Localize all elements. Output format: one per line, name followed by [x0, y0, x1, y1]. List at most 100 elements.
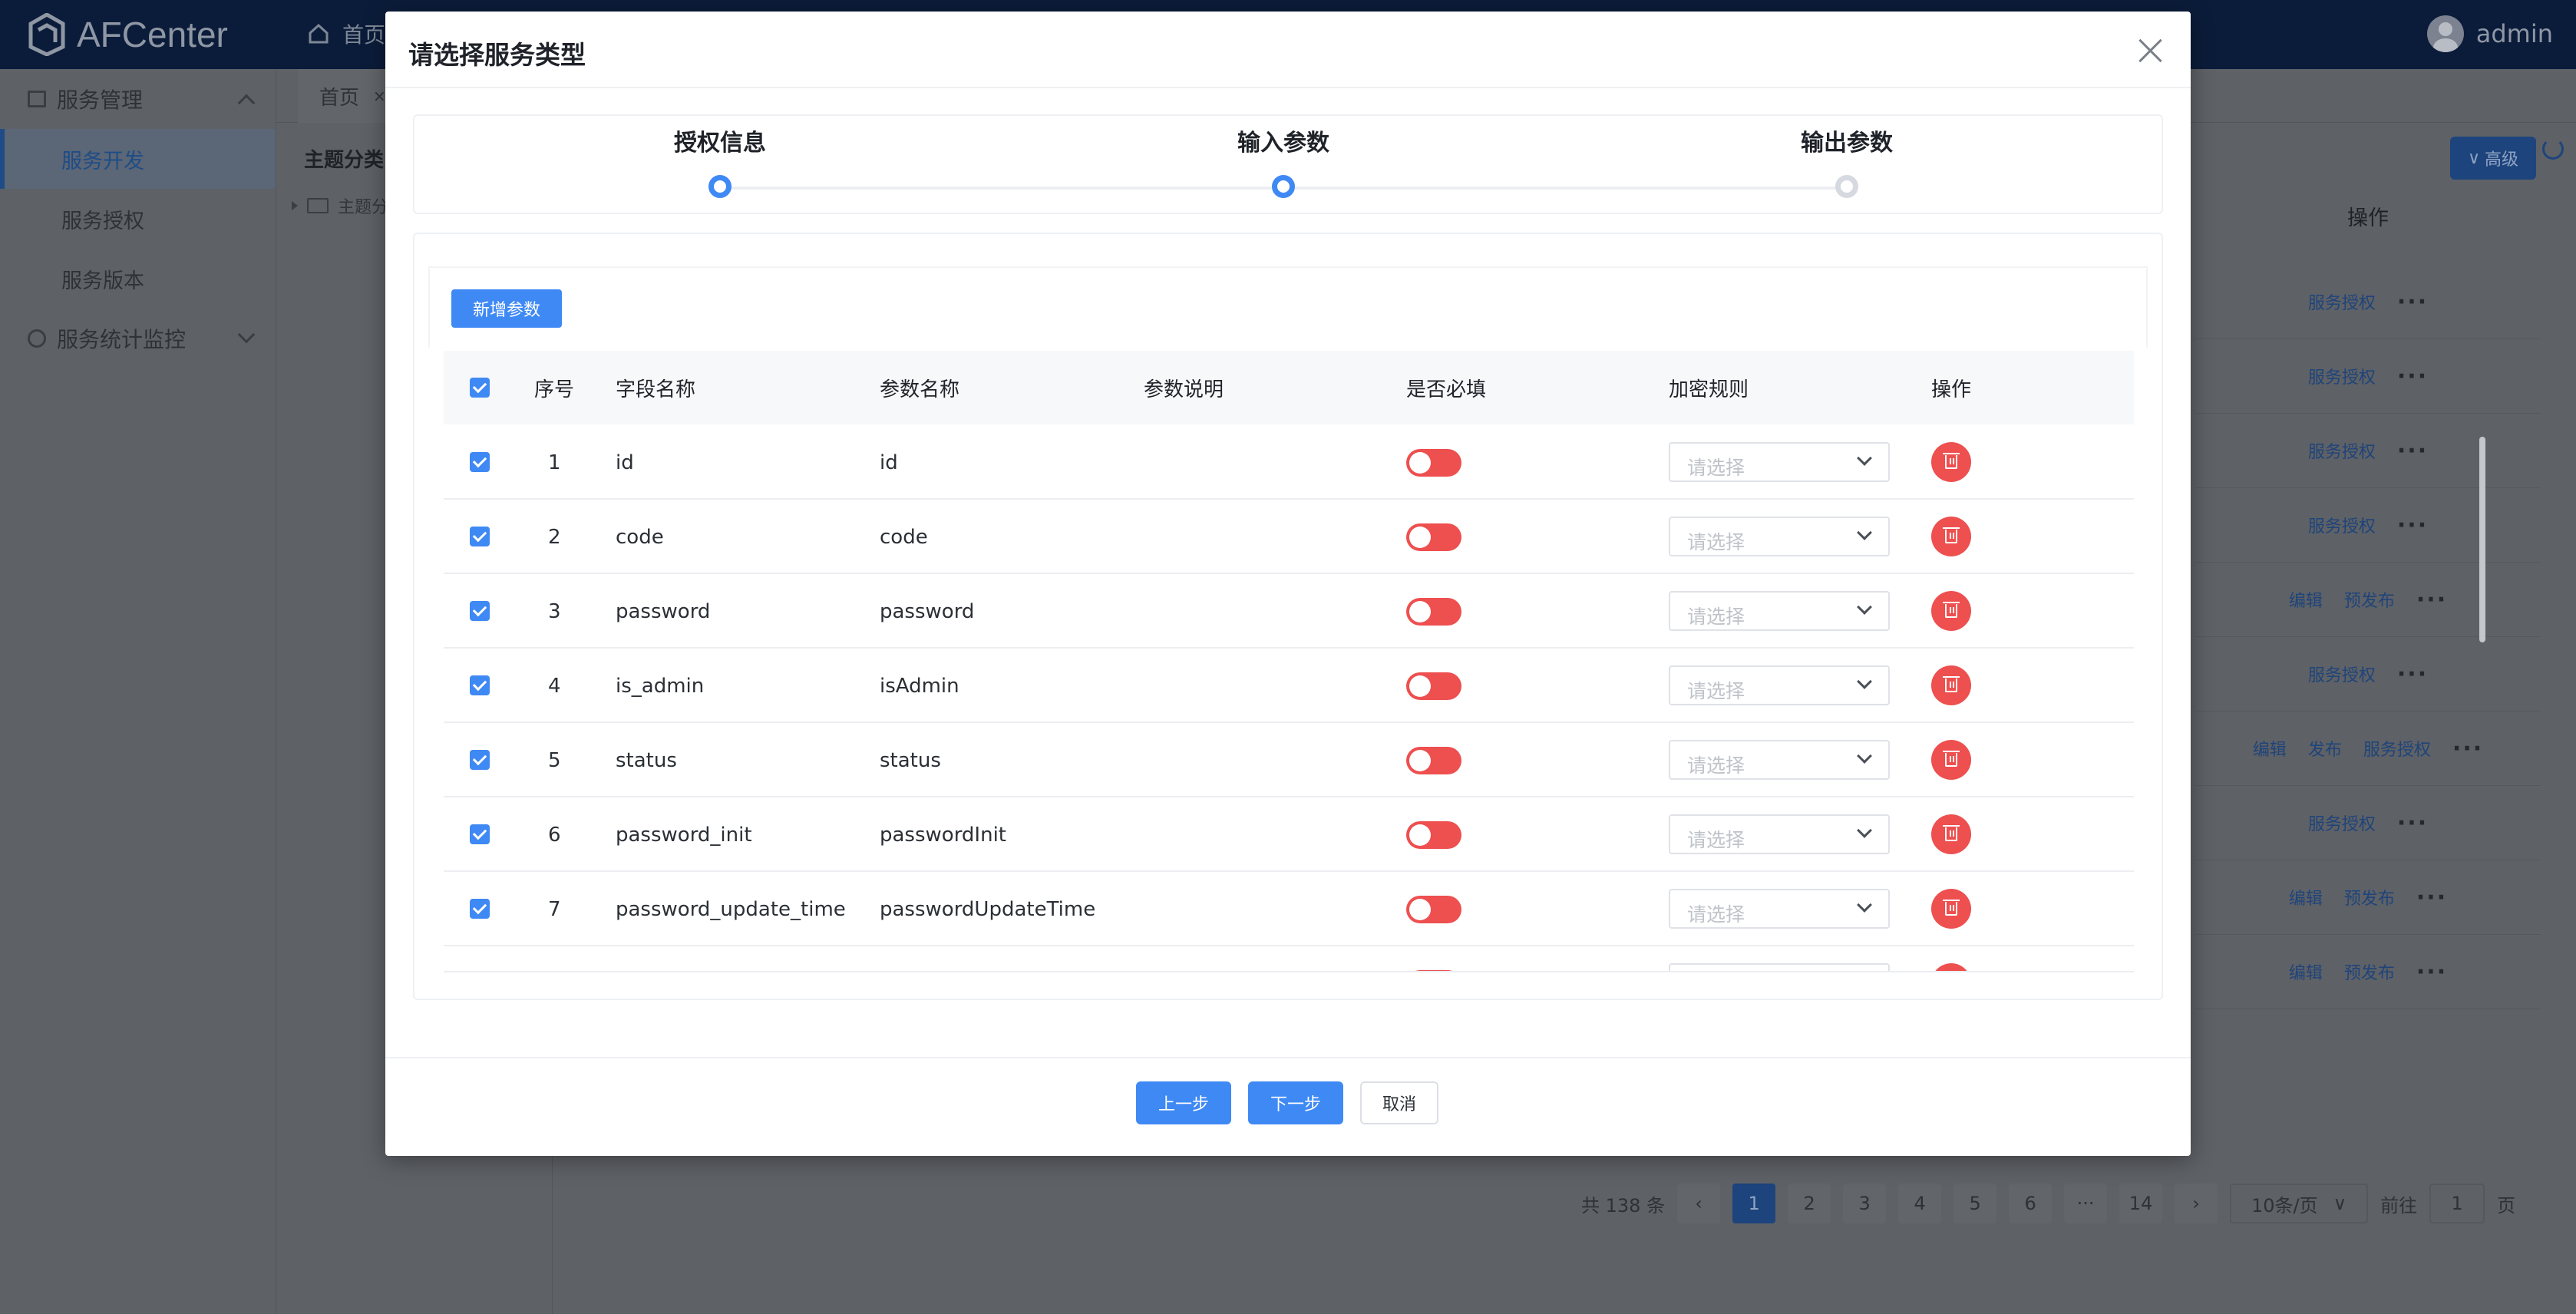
row-checkbox[interactable]	[470, 601, 490, 621]
sidebar-item-service-version[interactable]: 服务版本	[0, 249, 276, 309]
more-icon[interactable]: ···	[2397, 363, 2428, 390]
next-step-button[interactable]: 下一步	[1248, 1081, 1343, 1124]
encrypt-rule-select[interactable]: 请选择	[1669, 665, 1890, 705]
row-action-link[interactable]: 服务授权	[2308, 662, 2376, 686]
encrypt-rule-select[interactable]: 请选择	[1669, 591, 1890, 631]
row-checkbox[interactable]	[470, 899, 490, 919]
tab-label: 首页	[319, 86, 360, 110]
app-name: AFCenter	[77, 15, 228, 54]
prev-step-button[interactable]: 上一步	[1136, 1081, 1231, 1124]
delete-row-button[interactable]	[1931, 963, 1971, 971]
more-icon[interactable]: ···	[2397, 810, 2428, 837]
delete-row-button[interactable]	[1931, 665, 1971, 705]
goto-page-input[interactable]: 1	[2429, 1184, 2485, 1223]
required-toggle[interactable]	[1406, 896, 1461, 923]
more-icon[interactable]: ···	[2397, 661, 2428, 688]
row-action-link[interactable]: 预发布	[2344, 587, 2395, 612]
row-action-link[interactable]: 发布	[2308, 736, 2342, 761]
add-param-button[interactable]: 新增参数	[451, 289, 562, 328]
row-action-link[interactable]: 编辑	[2289, 885, 2323, 910]
delete-row-button[interactable]	[1931, 591, 1971, 631]
select-placeholder: 请选择	[1687, 531, 1745, 553]
row-action-link[interactable]: 预发布	[2344, 959, 2395, 984]
delete-row-button[interactable]	[1931, 889, 1971, 929]
encrypt-rule-select[interactable]: 请选择	[1669, 889, 1890, 929]
more-icon[interactable]: ···	[2397, 437, 2428, 464]
row-checkbox[interactable]	[470, 750, 490, 770]
sidebar-group-service-management[interactable]: 服务管理	[0, 69, 276, 129]
sidebar-item-service-auth[interactable]: 服务授权	[0, 189, 276, 249]
more-pages-button[interactable]: ···	[2064, 1184, 2108, 1223]
row-action-link[interactable]: 编辑	[2289, 587, 2323, 612]
close-icon[interactable]	[2137, 38, 2163, 64]
required-toggle[interactable]	[1406, 449, 1461, 477]
table-scrollbar[interactable]	[2479, 437, 2485, 642]
tree-node[interactable]: 主题分	[292, 193, 388, 218]
delete-row-button[interactable]	[1931, 442, 1971, 482]
page-14-button[interactable]: 14	[2119, 1184, 2163, 1223]
row-action-link[interactable]: 预发布	[2344, 885, 2395, 910]
page-5-button[interactable]: 5	[1953, 1184, 1997, 1223]
row-checkbox[interactable]	[470, 452, 490, 472]
more-icon[interactable]: ···	[2416, 586, 2447, 613]
row-checkbox[interactable]	[470, 675, 490, 695]
encrypt-rule-select[interactable]: 请选择	[1669, 740, 1890, 780]
refresh-icon[interactable]	[2542, 138, 2564, 160]
row-action-link[interactable]: 服务授权	[2308, 513, 2376, 537]
required-toggle[interactable]	[1406, 523, 1461, 551]
page-3-button[interactable]: 3	[1843, 1184, 1887, 1223]
row-checkbox[interactable]	[470, 824, 490, 844]
row-action-link[interactable]: 服务授权	[2363, 736, 2431, 761]
required-toggle[interactable]	[1406, 970, 1461, 971]
row-action-link[interactable]: 编辑	[2253, 736, 2287, 761]
more-icon[interactable]: ···	[2397, 289, 2428, 315]
caret-right-icon[interactable]	[292, 201, 298, 210]
table-row: 服务授权 ···	[2195, 488, 2541, 563]
folder-icon	[307, 198, 329, 213]
advanced-search-button[interactable]: ∨ 高级	[2450, 137, 2536, 180]
table-row: 2 code code 请选择	[444, 500, 2134, 574]
required-toggle[interactable]	[1406, 598, 1461, 626]
row-action-link[interactable]: 服务授权	[2308, 364, 2376, 388]
row-action-link[interactable]: 服务授权	[2308, 811, 2376, 835]
required-toggle[interactable]	[1406, 672, 1461, 700]
sidebar-item-service-dev[interactable]: 服务开发	[0, 129, 276, 189]
more-icon[interactable]: ···	[2416, 884, 2447, 911]
prev-page-button[interactable]: ‹	[1677, 1184, 1721, 1223]
cancel-button[interactable]: 取消	[1360, 1081, 1438, 1124]
delete-row-button[interactable]	[1931, 740, 1971, 780]
required-toggle[interactable]	[1406, 821, 1461, 849]
required-toggle[interactable]	[1406, 747, 1461, 774]
select-all-checkbox[interactable]	[470, 378, 490, 398]
encrypt-rule-select[interactable]: 请选择	[1669, 517, 1890, 556]
encrypt-rule-select[interactable]: 请选择	[1669, 963, 1890, 971]
table-row: 编辑 预发布 ···	[2195, 860, 2541, 935]
next-page-button[interactable]: ›	[2175, 1184, 2218, 1223]
sidebar-group-service-monitor[interactable]: 服务统计监控	[0, 309, 276, 368]
encrypt-rule-select[interactable]: 请选择	[1669, 814, 1890, 854]
close-icon[interactable]: ×	[373, 87, 386, 105]
app-logo[interactable]: AFCenter	[28, 11, 228, 58]
step-dot	[1835, 175, 1858, 198]
sidebar-group-label: 服务统计监控	[57, 327, 187, 352]
trash-icon	[1945, 455, 1957, 469]
nav-home[interactable]: 首页	[307, 18, 385, 49]
page-size-select[interactable]: 10条/页 ∨	[2230, 1184, 2369, 1223]
page-4-button[interactable]: 4	[1898, 1184, 1942, 1223]
row-action-link[interactable]: 服务授权	[2308, 289, 2376, 314]
step-output-params: 输出参数	[1755, 116, 1939, 198]
row-action-link[interactable]: 编辑	[2289, 959, 2323, 984]
page-6-button[interactable]: 6	[2009, 1184, 2053, 1223]
page-1-button[interactable]: 1	[1732, 1184, 1776, 1223]
chevron-down-icon	[1857, 451, 1872, 466]
page-2-button[interactable]: 2	[1788, 1184, 1831, 1223]
row-checkbox[interactable]	[470, 527, 490, 546]
delete-row-button[interactable]	[1931, 517, 1971, 556]
user-menu[interactable]: admin	[2426, 15, 2553, 52]
more-icon[interactable]: ···	[2416, 959, 2447, 986]
delete-row-button[interactable]	[1931, 814, 1971, 854]
row-action-link[interactable]: 服务授权	[2308, 438, 2376, 463]
more-icon[interactable]: ···	[2452, 735, 2483, 762]
more-icon[interactable]: ···	[2397, 512, 2428, 539]
encrypt-rule-select[interactable]: 请选择	[1669, 442, 1890, 482]
